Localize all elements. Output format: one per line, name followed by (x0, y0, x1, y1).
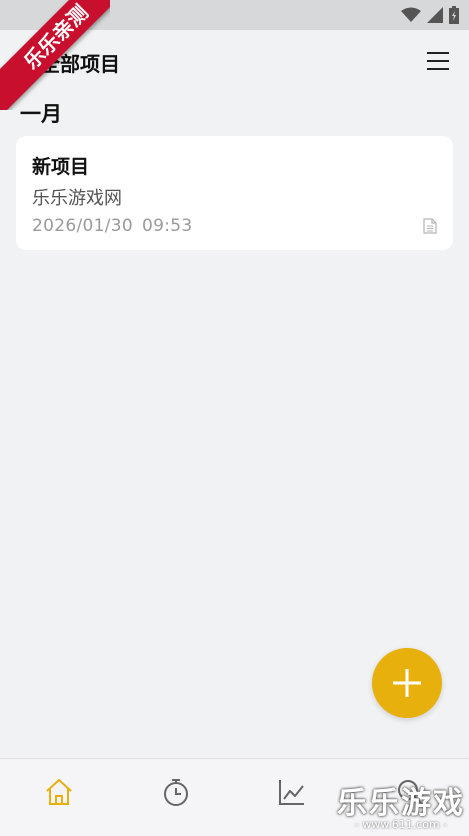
menu-icon (427, 52, 449, 70)
project-title: 新项目 (32, 156, 90, 178)
ribbon-label: 乐乐亲测 (0, 0, 110, 110)
menu-button[interactable] (425, 48, 451, 74)
ribbon-badge: 乐乐亲测 (0, 0, 110, 110)
stopwatch-icon (164, 779, 188, 806)
signal-icon (427, 7, 443, 23)
watermark-url: - www.611.com - (354, 818, 448, 831)
home-icon (46, 779, 72, 805)
chart-icon (279, 780, 304, 805)
add-project-button[interactable] (372, 648, 442, 718)
project-subtitle: 乐乐游戏网 (32, 188, 122, 209)
battery-icon (449, 6, 459, 24)
project-time: 09:53 (142, 216, 193, 236)
project-card[interactable]: 新项目 乐乐游戏网 2026/01/30 09:53 (16, 136, 453, 250)
wifi-icon (401, 7, 421, 22)
plus-icon (393, 669, 421, 697)
nav-home[interactable] (39, 777, 79, 817)
nav-stats[interactable] (272, 777, 312, 817)
watermark: 乐乐游戏 - www.611.com - (337, 778, 465, 831)
project-date: 2026/01/30 (32, 216, 133, 236)
nav-timer[interactable] (156, 777, 196, 817)
watermark-title: 乐乐游戏 (337, 786, 465, 821)
status-icons (401, 6, 459, 24)
document-icon (423, 218, 437, 234)
